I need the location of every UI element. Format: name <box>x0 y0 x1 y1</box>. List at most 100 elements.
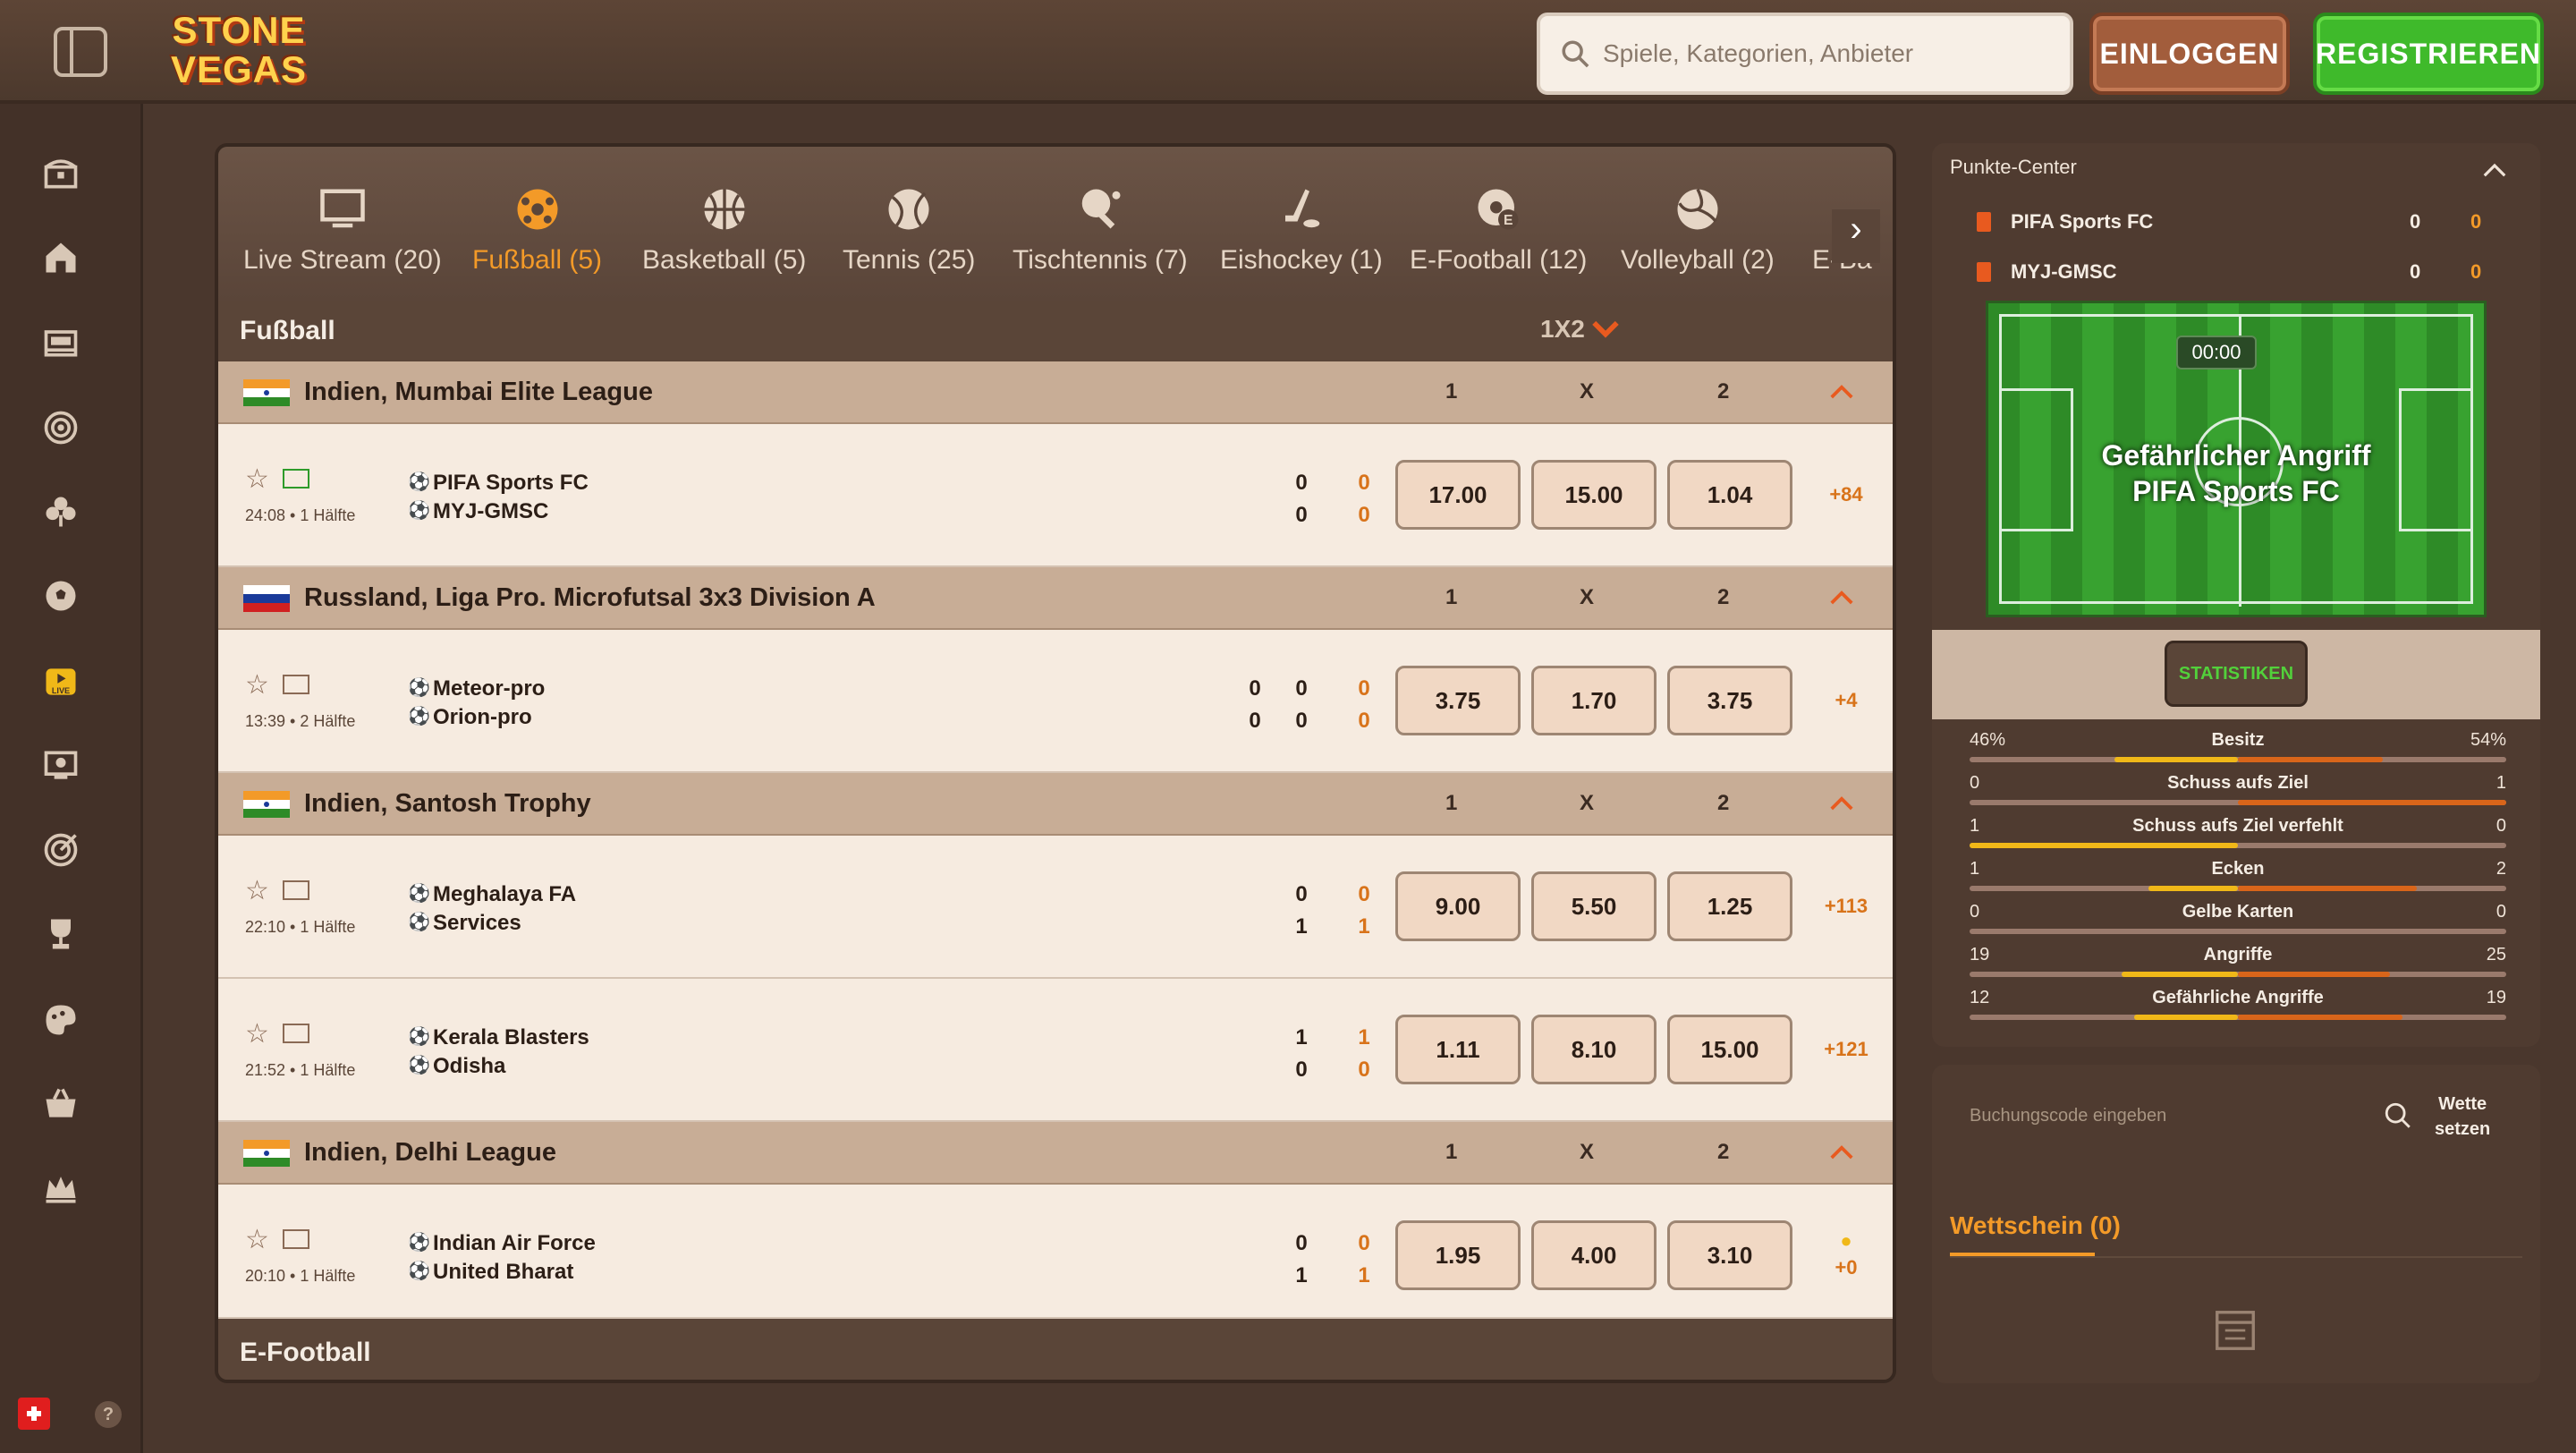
odd-button-2[interactable]: 1.04 <box>1667 460 1792 530</box>
chevron-up-icon[interactable] <box>2481 159 2508 181</box>
odd-button-1[interactable]: 9.00 <box>1395 871 1521 941</box>
tab-football[interactable]: Fußball (5) <box>472 183 602 290</box>
odd-button-1[interactable]: 17.00 <box>1395 460 1521 530</box>
chevron-up-icon[interactable] <box>1828 379 1855 406</box>
stat-name: Schuss aufs Ziel <box>2167 773 2309 793</box>
sports-panel: Live Stream (20) Fußball (5) Basketball … <box>215 143 1896 1383</box>
sidebar: LIVE <box>0 104 143 1453</box>
market-selector[interactable]: 1X2 <box>1540 315 1621 344</box>
league-header[interactable]: Indien, Santosh Trophy 1 X 2 <box>218 773 1893 836</box>
league-header[interactable]: Indien, Delhi League 1 X 2 <box>218 1122 1893 1185</box>
place-bet-button[interactable]: Wette setzen <box>2435 1092 2490 1142</box>
tab-basketball[interactable]: Basketball (5) <box>642 183 806 290</box>
trophy-icon[interactable] <box>36 909 86 959</box>
tab-tennis[interactable]: Tennis (25) <box>843 183 975 290</box>
login-button[interactable]: EINLOGGEN <box>2089 13 2290 95</box>
chevron-up-icon[interactable] <box>1828 791 1855 818</box>
treasure-chest-icon[interactable] <box>36 149 86 199</box>
ball-icon: ⚽ <box>408 884 430 904</box>
tab-live-stream[interactable]: Live Stream (20) <box>243 183 442 290</box>
col-label-x: X <box>1580 791 1595 815</box>
odd-button-x[interactable]: 8.10 <box>1531 1015 1657 1084</box>
register-button[interactable]: REGISTRIEREN <box>2313 13 2544 95</box>
score: 0 <box>1249 676 1261 701</box>
favorite-star-icon[interactable]: ☆ <box>245 1018 269 1049</box>
odd-button-x[interactable]: 1.70 <box>1531 666 1657 735</box>
casino-icon[interactable] <box>36 317 86 367</box>
stat-name: Ecken <box>2211 859 2265 879</box>
odd-button-1[interactable]: 3.75 <box>1395 666 1521 735</box>
away-team: Orion-pro <box>433 705 532 729</box>
search-icon[interactable] <box>2383 1100 2413 1131</box>
stat-bar-right <box>2238 886 2417 891</box>
logo[interactable]: STONE VEGAS <box>154 11 324 91</box>
help-icon[interactable]: ? <box>95 1401 122 1428</box>
tab-volleyball[interactable]: Volleyball (2) <box>1621 183 1775 290</box>
odd-button-2[interactable]: 3.75 <box>1667 666 1792 735</box>
home-icon[interactable] <box>36 233 86 283</box>
team-name: MYJ-GMSC <box>2011 260 2117 283</box>
tab-table-tennis[interactable]: Tischtennis (7) <box>1013 183 1188 290</box>
favorite-star-icon[interactable]: ☆ <box>245 463 269 495</box>
shop-icon[interactable] <box>36 1079 86 1129</box>
odd-button-2[interactable]: 15.00 <box>1667 1015 1792 1084</box>
clover-icon[interactable] <box>36 487 86 537</box>
more-markets-link[interactable]: +0 <box>1810 1256 1882 1279</box>
target-icon[interactable] <box>36 825 86 875</box>
more-markets-link[interactable]: +84 <box>1810 483 1882 506</box>
section-header-e-football[interactable]: E-Football <box>218 1319 1893 1380</box>
event-row[interactable]: ☆ 21:52 • 1 Hälfte ⚽ Kerala Blasters ⚽ O… <box>218 979 1893 1122</box>
sidebar-toggle-button[interactable] <box>54 27 107 77</box>
col-label-1: 1 <box>1445 1140 1458 1164</box>
event-row[interactable]: ☆ 22:10 • 1 Hälfte ⚽ Meghalaya FA ⚽ Serv… <box>218 836 1893 979</box>
odd-button-1[interactable]: 1.95 <box>1395 1220 1521 1290</box>
football-icon[interactable] <box>36 571 86 621</box>
live-icon[interactable]: LIVE <box>36 657 86 707</box>
tab-e-football[interactable]: E E-Football (12) <box>1410 183 1587 290</box>
tab-betslip[interactable]: Wettschein (0) <box>1950 1211 2121 1240</box>
search-input[interactable]: Spiele, Kategorien, Anbieter <box>1537 13 2073 95</box>
tab-ice-hockey[interactable]: Eishockey (1) <box>1220 183 1383 290</box>
home-team: Kerala Blasters <box>433 1025 589 1049</box>
away-team: United Bharat <box>433 1260 574 1284</box>
league-header[interactable]: Russland, Liga Pro. Microfutsal 3x3 Divi… <box>218 567 1893 630</box>
event-row[interactable]: ☆ 24:08 • 1 Hälfte ⚽ PIFA Sports FC ⚽ MY… <box>218 424 1893 567</box>
event-time: 24:08 • 1 Hälfte <box>245 506 356 524</box>
stat-bar-right <box>2238 1015 2402 1020</box>
stat-row: 46% Besitz 54% <box>1970 730 2506 771</box>
stat-bar <box>1970 1015 2506 1020</box>
roulette-icon[interactable] <box>36 403 86 453</box>
chevron-up-icon[interactable] <box>1828 585 1855 612</box>
event-row[interactable]: ☆ 13:39 • 2 Hälfte ⚽ Meteor-pro ⚽ Orion-… <box>218 630 1893 773</box>
statistics-button[interactable]: STATISTIKEN <box>2165 641 2308 707</box>
favorite-star-icon[interactable]: ☆ <box>245 875 269 906</box>
tab-label: Volleyball (2) <box>1621 245 1775 275</box>
more-markets-link[interactable]: +4 <box>1810 689 1882 712</box>
palette-icon[interactable] <box>36 995 86 1045</box>
more-markets-link[interactable]: +121 <box>1810 1038 1882 1061</box>
league-header[interactable]: Indien, Mumbai Elite League 1 X 2 <box>218 361 1893 424</box>
live-casino-icon[interactable] <box>36 741 86 791</box>
tabs-next-arrow-icon[interactable]: › <box>1832 209 1880 263</box>
odd-button-2[interactable]: 3.10 <box>1667 1220 1792 1290</box>
odd-button-2[interactable]: 1.25 <box>1667 871 1792 941</box>
ball-icon: ⚽ <box>408 472 430 492</box>
odd-button-x[interactable]: 4.00 <box>1531 1220 1657 1290</box>
favorite-star-icon[interactable]: ☆ <box>245 669 269 701</box>
odd-button-x[interactable]: 15.00 <box>1531 460 1657 530</box>
india-flag-icon <box>243 1140 290 1167</box>
chevron-up-icon[interactable] <box>1828 1140 1855 1167</box>
more-markets-link[interactable]: +113 <box>1810 895 1882 918</box>
odd-button-x[interactable]: 5.50 <box>1531 871 1657 941</box>
event-text: Gefährlicher Angriff <box>2101 439 2371 472</box>
booking-code-input[interactable]: Buchungscode eingeben <box>1970 1106 2166 1126</box>
odd-button-1[interactable]: 1.11 <box>1395 1015 1521 1084</box>
col-label-x: X <box>1580 379 1595 404</box>
score-current: 0 <box>1358 503 1370 527</box>
event-row[interactable]: ☆ 20:10 • 1 Hälfte ⚽ Indian Air Force ⚽ … <box>218 1185 1893 1319</box>
search-placeholder: Spiele, Kategorien, Anbieter <box>1603 39 1914 67</box>
favorite-star-icon[interactable]: ☆ <box>245 1224 269 1255</box>
swiss-flag-icon[interactable] <box>18 1398 50 1430</box>
col-label-1: 1 <box>1445 585 1458 609</box>
crown-icon[interactable] <box>36 1163 86 1213</box>
